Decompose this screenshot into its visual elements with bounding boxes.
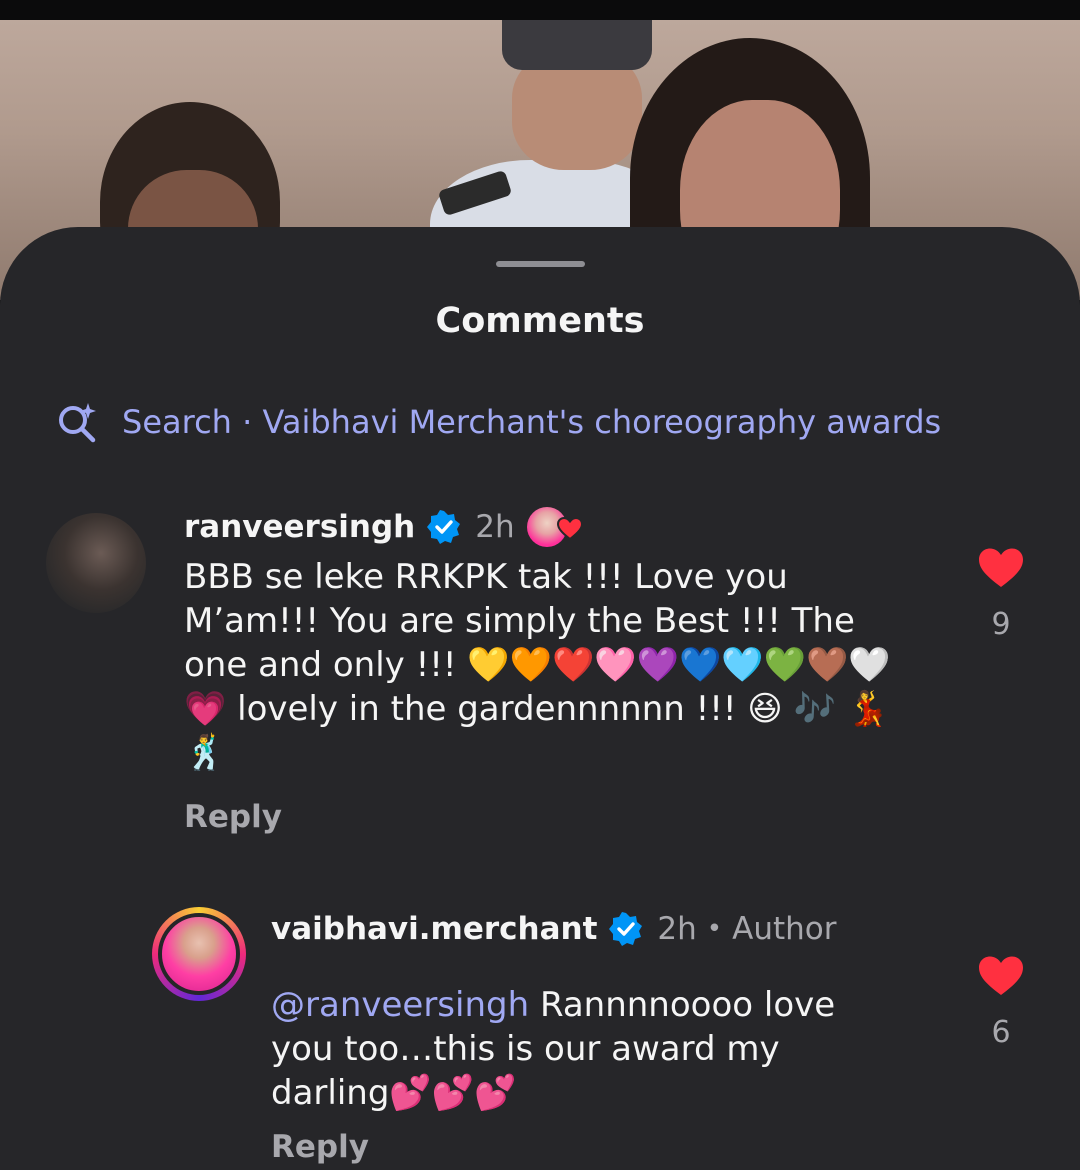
comment-text-line: M’am!!! You are simply the Best !!! The xyxy=(184,601,855,641)
like-count: 9 xyxy=(991,607,1011,642)
avatar[interactable] xyxy=(46,513,146,613)
heart-filled-icon[interactable] xyxy=(977,955,1025,997)
comment-text-line: BBB se leke RRKPK tak !!! Love you xyxy=(184,557,788,597)
verified-badge-icon xyxy=(427,510,461,544)
separator-dot: • xyxy=(706,914,723,944)
status-bar xyxy=(0,0,1080,20)
drag-handle[interactable] xyxy=(496,261,585,267)
comment-text-line: 🕺 xyxy=(184,733,227,773)
author-badge: Author xyxy=(732,911,837,947)
comment-text: @ranveersingh Rannnnoooo love you too…th… xyxy=(271,983,911,1115)
comments-sheet: Comments Search · Vaibhavi Merchant's ch… xyxy=(0,227,1080,1170)
creator-liked-indicator xyxy=(526,507,583,547)
photo-officer-hat xyxy=(502,20,652,70)
comment-time: 2h xyxy=(657,911,697,947)
comment-header: ranveersingh 2h xyxy=(184,507,583,547)
comment-text-segment: Rannnnoooo love xyxy=(529,985,836,1025)
comment-text-line: @ranveersingh Rannnnoooo love xyxy=(271,983,911,1027)
sheet-title: Comments xyxy=(435,301,645,341)
search-sparkle-icon xyxy=(59,403,96,443)
comment-header: vaibhavi.merchant 2h • Author xyxy=(271,911,837,947)
search-suggestion[interactable]: Search · Vaibhavi Merchant's choreograph… xyxy=(56,399,941,445)
like-control[interactable]: 6 xyxy=(971,955,1031,1050)
mention-link[interactable]: @ranveersingh xyxy=(271,985,529,1025)
mini-heart-icon xyxy=(556,517,583,541)
comment-text: BBB se leke RRKPK tak !!! Love you M’am!… xyxy=(184,555,944,775)
like-control[interactable]: 9 xyxy=(971,547,1031,642)
avatar[interactable] xyxy=(158,913,240,995)
comment-username[interactable]: vaibhavi.merchant xyxy=(271,911,597,947)
comment-username[interactable]: ranveersingh xyxy=(184,509,415,545)
verified-badge-icon xyxy=(609,912,643,946)
comment-text-line: 💗 lovely in the gardennnnnn !!! 😆 🎶 💃 xyxy=(184,689,890,729)
comment-text-line: you too…this is our award my xyxy=(271,1029,780,1069)
comment-text-line: one and only !!! 💛🧡❤️🩷💜💙🩵💚🤎🤍 xyxy=(184,645,891,685)
heart-filled-icon[interactable] xyxy=(977,547,1025,589)
search-suggestion-label: Search · Vaibhavi Merchant's choreograph… xyxy=(122,403,942,441)
reply-button[interactable]: Reply xyxy=(184,799,282,835)
comment-time: 2h xyxy=(475,509,515,545)
comment-text-line: darling💕💕💕 xyxy=(271,1073,517,1113)
reply-button[interactable]: Reply xyxy=(271,1129,369,1165)
like-count: 6 xyxy=(991,1015,1011,1050)
